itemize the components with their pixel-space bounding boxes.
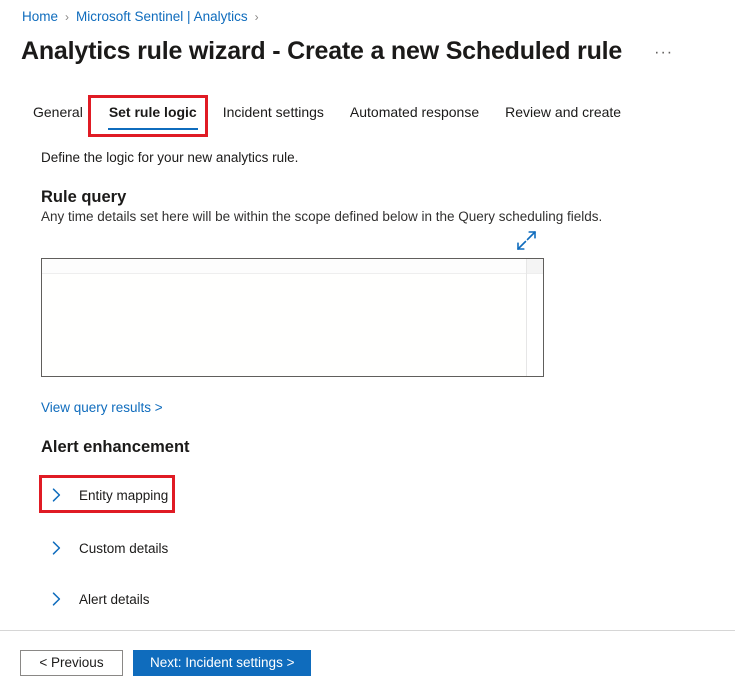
- rule-query-editor[interactable]: [41, 258, 544, 377]
- editor-active-line: [42, 259, 526, 274]
- next-incident-settings-button[interactable]: Next: Incident settings >: [133, 650, 312, 676]
- tab-label: Set rule logic: [108, 104, 197, 120]
- wizard-footer: < Previous Next: Incident settings >: [20, 650, 312, 676]
- page-header: Analytics rule wizard - Create a new Sch…: [21, 36, 677, 66]
- chevron-right-icon: [48, 539, 66, 557]
- page-title: Analytics rule wizard - Create a new Sch…: [21, 37, 623, 65]
- rule-query-heading: Rule query: [41, 188, 127, 206]
- previous-button[interactable]: < Previous: [20, 650, 123, 676]
- rule-query-value: [48, 275, 523, 372]
- accordion-alert-details[interactable]: Alert details: [44, 585, 156, 613]
- tab-label: Automated response: [349, 104, 480, 120]
- tab-review-and-create[interactable]: Review and create: [492, 100, 634, 130]
- tab-set-rule-logic[interactable]: Set rule logic: [96, 100, 210, 130]
- page-intro-text: Define the logic for your new analytics …: [41, 150, 299, 165]
- tab-label: General: [33, 104, 83, 120]
- tab-label: Incident settings: [222, 104, 324, 120]
- footer-divider: [0, 630, 735, 631]
- accordion-label: Alert details: [79, 591, 150, 607]
- breadcrumb-separator-icon: ›: [254, 9, 259, 24]
- editor-scrollbar-top: [527, 259, 543, 274]
- chevron-right-icon: [48, 486, 66, 504]
- breadcrumb: Home › Microsoft Sentinel | Analytics ›: [22, 9, 266, 24]
- tab-automated-response[interactable]: Automated response: [337, 100, 492, 130]
- editor-vertical-scrollbar[interactable]: [526, 259, 543, 376]
- tab-label: Review and create: [505, 104, 622, 120]
- tab-incident-settings[interactable]: Incident settings: [210, 100, 337, 130]
- tab-general[interactable]: General: [20, 100, 96, 130]
- view-query-results-link[interactable]: View query results >: [41, 400, 163, 415]
- rule-query-description: Any time details set here will be within…: [41, 209, 603, 224]
- expand-diagonal-icon[interactable]: [514, 230, 538, 252]
- accordion-entity-mapping[interactable]: Entity mapping: [44, 481, 174, 509]
- alert-enhancement-heading: Alert enhancement: [41, 438, 190, 456]
- breadcrumb-item-microsoft-sentinel-analytics[interactable]: Microsoft Sentinel | Analytics: [76, 9, 248, 24]
- accordion-label: Custom details: [79, 540, 169, 556]
- accordion-label: Entity mapping: [79, 487, 169, 503]
- more-options-icon[interactable]: ···: [650, 42, 677, 64]
- breadcrumb-separator-icon: ›: [65, 9, 70, 24]
- accordion-custom-details[interactable]: Custom details: [44, 534, 174, 562]
- chevron-right-icon: [48, 590, 66, 608]
- wizard-tablist: General Set rule logic Incident settings…: [20, 100, 634, 130]
- breadcrumb-item-home[interactable]: Home: [22, 9, 58, 24]
